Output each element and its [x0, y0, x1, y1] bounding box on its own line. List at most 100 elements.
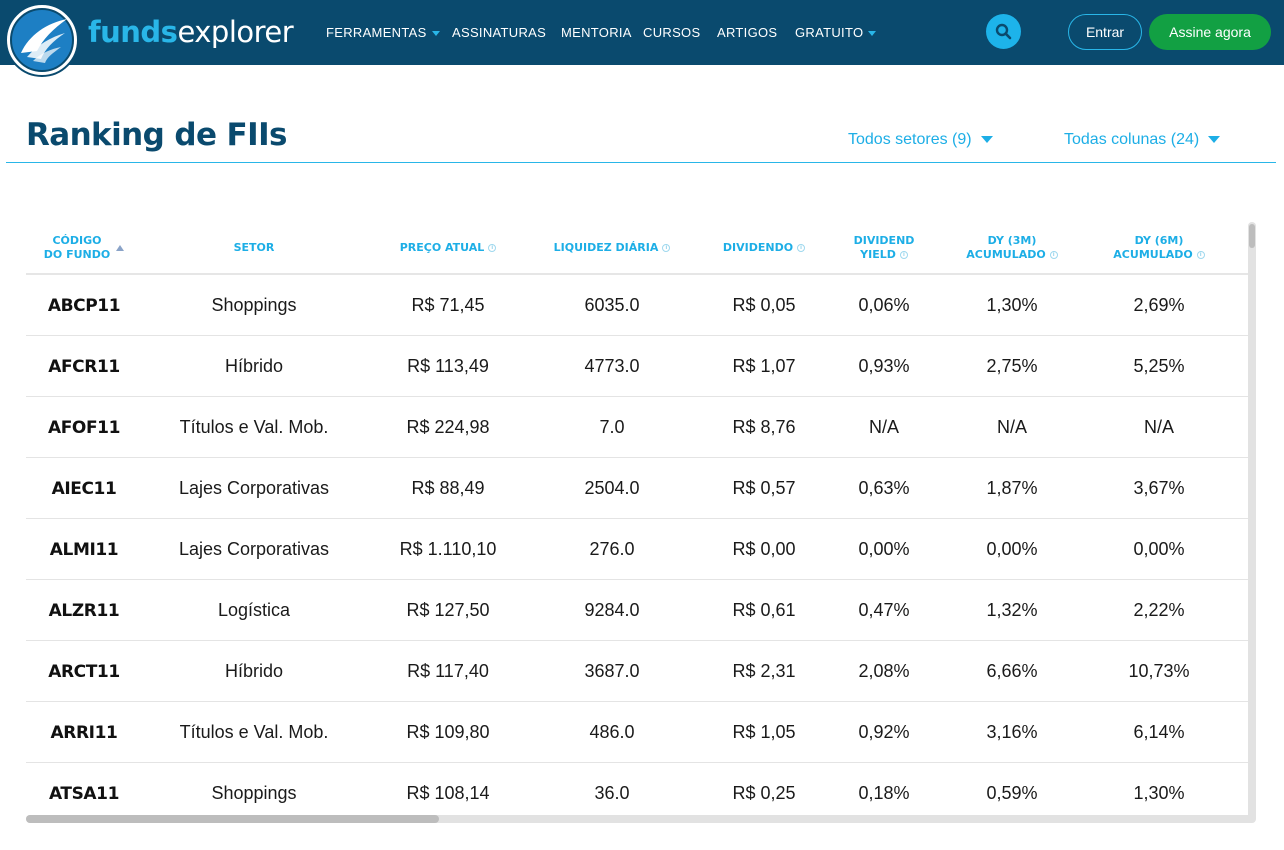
nav-item-cursos[interactable]: CURSOS — [643, 24, 700, 41]
table-row[interactable]: ALZR11 Logística R$ 127,50 9284.0 R$ 0,61 0,4… — [26, 580, 1248, 641]
cell-dy-6m: 2,69% — [1133, 295, 1185, 315]
table-header: CÓDIGO DO FUNDO SETOR PREÇO ATUAL i LIQUIDEZ … — [26, 222, 1248, 274]
cell-fund-code[interactable]: ABCP11 — [26, 275, 142, 336]
cell-dividend: R$ 1,05 — [732, 722, 796, 742]
cell-current-price: R$ 113,49 — [407, 356, 489, 376]
table-row[interactable]: ARRI11 Títulos e Val. Mob. R$ 109,80 486.0 R… — [26, 702, 1248, 763]
cell-sector: Híbrido — [224, 661, 284, 681]
cell-dy-3m: 1,30% — [986, 295, 1038, 315]
table-row[interactable]: AFOF11 Títulos e Val. Mob. R$ 224,98 7.0 R$ … — [26, 397, 1248, 458]
header-label: DIVIDEND YIELD i — [854, 234, 915, 262]
nav-item-ferramentas[interactable]: FERRAMENTAS — [326, 24, 440, 41]
sectors-filter-dropdown[interactable]: Todos setores (9) — [848, 130, 993, 150]
header-setor[interactable]: SETOR — [142, 222, 366, 274]
cell-dividend: R$ 0,61 — [732, 600, 796, 620]
table-row[interactable]: ALMI11 Lajes Corporativas R$ 1.110,10 276.0… — [26, 519, 1248, 580]
cell-dy-6m: 6,14% — [1133, 722, 1185, 742]
info-icon[interactable]: i — [1049, 251, 1058, 259]
brand-wordmark[interactable]: fundsexplorer — [88, 14, 294, 50]
cell-dividend: R$ 0,25 — [732, 783, 796, 803]
cell-dy-6m: 3,67% — [1133, 478, 1185, 498]
cell-dividend-yield: 0,63% — [858, 478, 910, 498]
cell-sector: Shoppings — [211, 783, 297, 803]
brand-part-1: funds — [88, 15, 178, 49]
cell-fund-code[interactable]: ATSA11 — [26, 763, 142, 815]
vertical-scrollbar[interactable] — [1248, 222, 1256, 822]
table-row[interactable]: ARCT11 Híbrido R$ 117,40 3687.0 R$ 2,31 2,08%… — [26, 641, 1248, 702]
table-row[interactable]: AFCR11 Híbrido R$ 113,49 4773.0 R$ 1,07 0,93%… — [26, 336, 1248, 397]
nav-item-gratuito[interactable]: GRATUITO — [795, 24, 877, 41]
cell-sector: Lajes Corporativas — [178, 539, 330, 559]
cell-daily-liquidity: 7.0 — [599, 417, 625, 437]
page-title: Ranking de FIIs — [26, 117, 287, 153]
cell-current-price: R$ 224,98 — [406, 417, 490, 437]
cell-fund-code[interactable]: ALZR11 — [26, 580, 142, 641]
header-dividend-yield[interactable]: DIVIDEND YIELD i — [834, 222, 934, 274]
header-label-line: DIVIDENDO — [722, 241, 794, 254]
nav-item-assinaturas[interactable]: ASSINATURAS — [452, 24, 546, 41]
cell-fund-code[interactable]: AFOF11 — [26, 397, 142, 458]
header-codigo[interactable]: CÓDIGO DO FUNDO — [26, 222, 142, 274]
cell-fund-code[interactable]: ALMI11 — [26, 519, 142, 580]
header-dy-6m[interactable]: DY (6M) ACUMULADO i — [1090, 222, 1228, 274]
cell-dividend: R$ 1,07 — [732, 356, 796, 376]
cell-dividend-yield: N/A — [868, 417, 899, 437]
cell-dividend-yield: 0,93% — [858, 356, 910, 376]
cell-dy-6m: 2,22% — [1133, 600, 1185, 620]
login-button[interactable]: Entrar — [1068, 14, 1142, 50]
search-button[interactable] — [986, 14, 1021, 49]
header-label-line: DO FUNDO — [43, 248, 111, 261]
header-dy-3m[interactable]: DY (3M) ACUMULADO i — [934, 222, 1090, 274]
header-label-line: DY (3M) — [987, 234, 1037, 247]
nav-item-label: ARTIGOS — [717, 25, 778, 40]
cell-dy-3m: 3,16% — [986, 722, 1038, 742]
nav-item-label: CURSOS — [643, 25, 701, 40]
header-label-line: DIVIDEND — [853, 234, 915, 247]
info-icon[interactable]: i — [488, 244, 497, 252]
header-label-line: DY (6M) — [1134, 234, 1184, 247]
info-icon[interactable]: i — [899, 251, 908, 259]
cell-dividend-yield: 0,18% — [858, 783, 910, 803]
cell-fund-code[interactable]: ARRI11 — [26, 702, 142, 763]
cell-dividend-yield: 0,00% — [858, 539, 910, 559]
cell-daily-liquidity: 486.0 — [589, 722, 635, 742]
table-row[interactable]: ABCP11 Shoppings R$ 71,45 6035.0 R$ 0,05 0,06… — [26, 275, 1248, 336]
header-label: DY (6M) ACUMULADO i — [1113, 234, 1205, 262]
cell-fund-code[interactable]: ARCT11 — [26, 641, 142, 702]
cell-dy-3m: 2,75% — [986, 356, 1038, 376]
info-icon[interactable]: i — [797, 244, 806, 252]
cell-dy-3m: 6,66% — [986, 661, 1038, 681]
header-dividendo[interactable]: DIVIDENDO i — [694, 222, 834, 274]
info-icon[interactable]: i — [1196, 251, 1205, 259]
chevron-down-icon — [868, 31, 877, 37]
cell-dy-3m: 1,87% — [986, 478, 1038, 498]
cell-daily-liquidity: 3687.0 — [584, 661, 640, 681]
cell-daily-liquidity: 2504.0 — [584, 478, 640, 498]
cell-dy-6m: 0,00% — [1133, 539, 1185, 559]
cell-fund-code[interactable]: AFCR11 — [26, 336, 142, 397]
cell-sector: Shoppings — [211, 295, 297, 315]
subscribe-button[interactable]: Assine agora — [1149, 14, 1271, 50]
nav-item-mentoria[interactable]: MENTORIA — [561, 24, 632, 41]
table-row[interactable]: ATSA11 Shoppings R$ 108,14 36.0 R$ 0,25 0,18%… — [26, 763, 1248, 815]
info-icon[interactable]: i — [662, 244, 671, 252]
table-row[interactable]: AIEC11 Lajes Corporativas R$ 88,49 2504.0 R$… — [26, 458, 1248, 519]
cell-dividend: R$ 0,57 — [732, 478, 796, 498]
cell-fund-code[interactable]: AIEC11 — [26, 458, 142, 519]
header-preco-atual[interactable]: PREÇO ATUAL i — [366, 222, 530, 274]
header-label-line: CÓDIGO — [52, 234, 102, 247]
cell-dy-3m: 0,00% — [986, 539, 1038, 559]
sort-ascending-icon[interactable] — [116, 245, 125, 251]
cell-daily-liquidity: 276.0 — [589, 539, 635, 559]
cell-current-price: R$ 127,50 — [406, 600, 490, 620]
horizontal-scrollbar-thumb[interactable] — [26, 815, 439, 823]
header-label: DIVIDENDO i — [722, 241, 806, 255]
cell-daily-liquidity: 6035.0 — [584, 295, 640, 315]
nav-item-artigos[interactable]: ARTIGOS — [717, 24, 777, 41]
wings-logo-icon[interactable] — [5, 3, 79, 77]
vertical-scrollbar-thumb[interactable] — [1249, 224, 1255, 248]
header-liquidez-diaria[interactable]: LIQUIDEZ DIÁRIA i — [530, 222, 694, 274]
header-label-line: SETOR — [233, 241, 275, 254]
columns-filter-dropdown[interactable]: Todas colunas (24) — [1064, 130, 1221, 150]
chevron-down-icon — [980, 136, 993, 144]
